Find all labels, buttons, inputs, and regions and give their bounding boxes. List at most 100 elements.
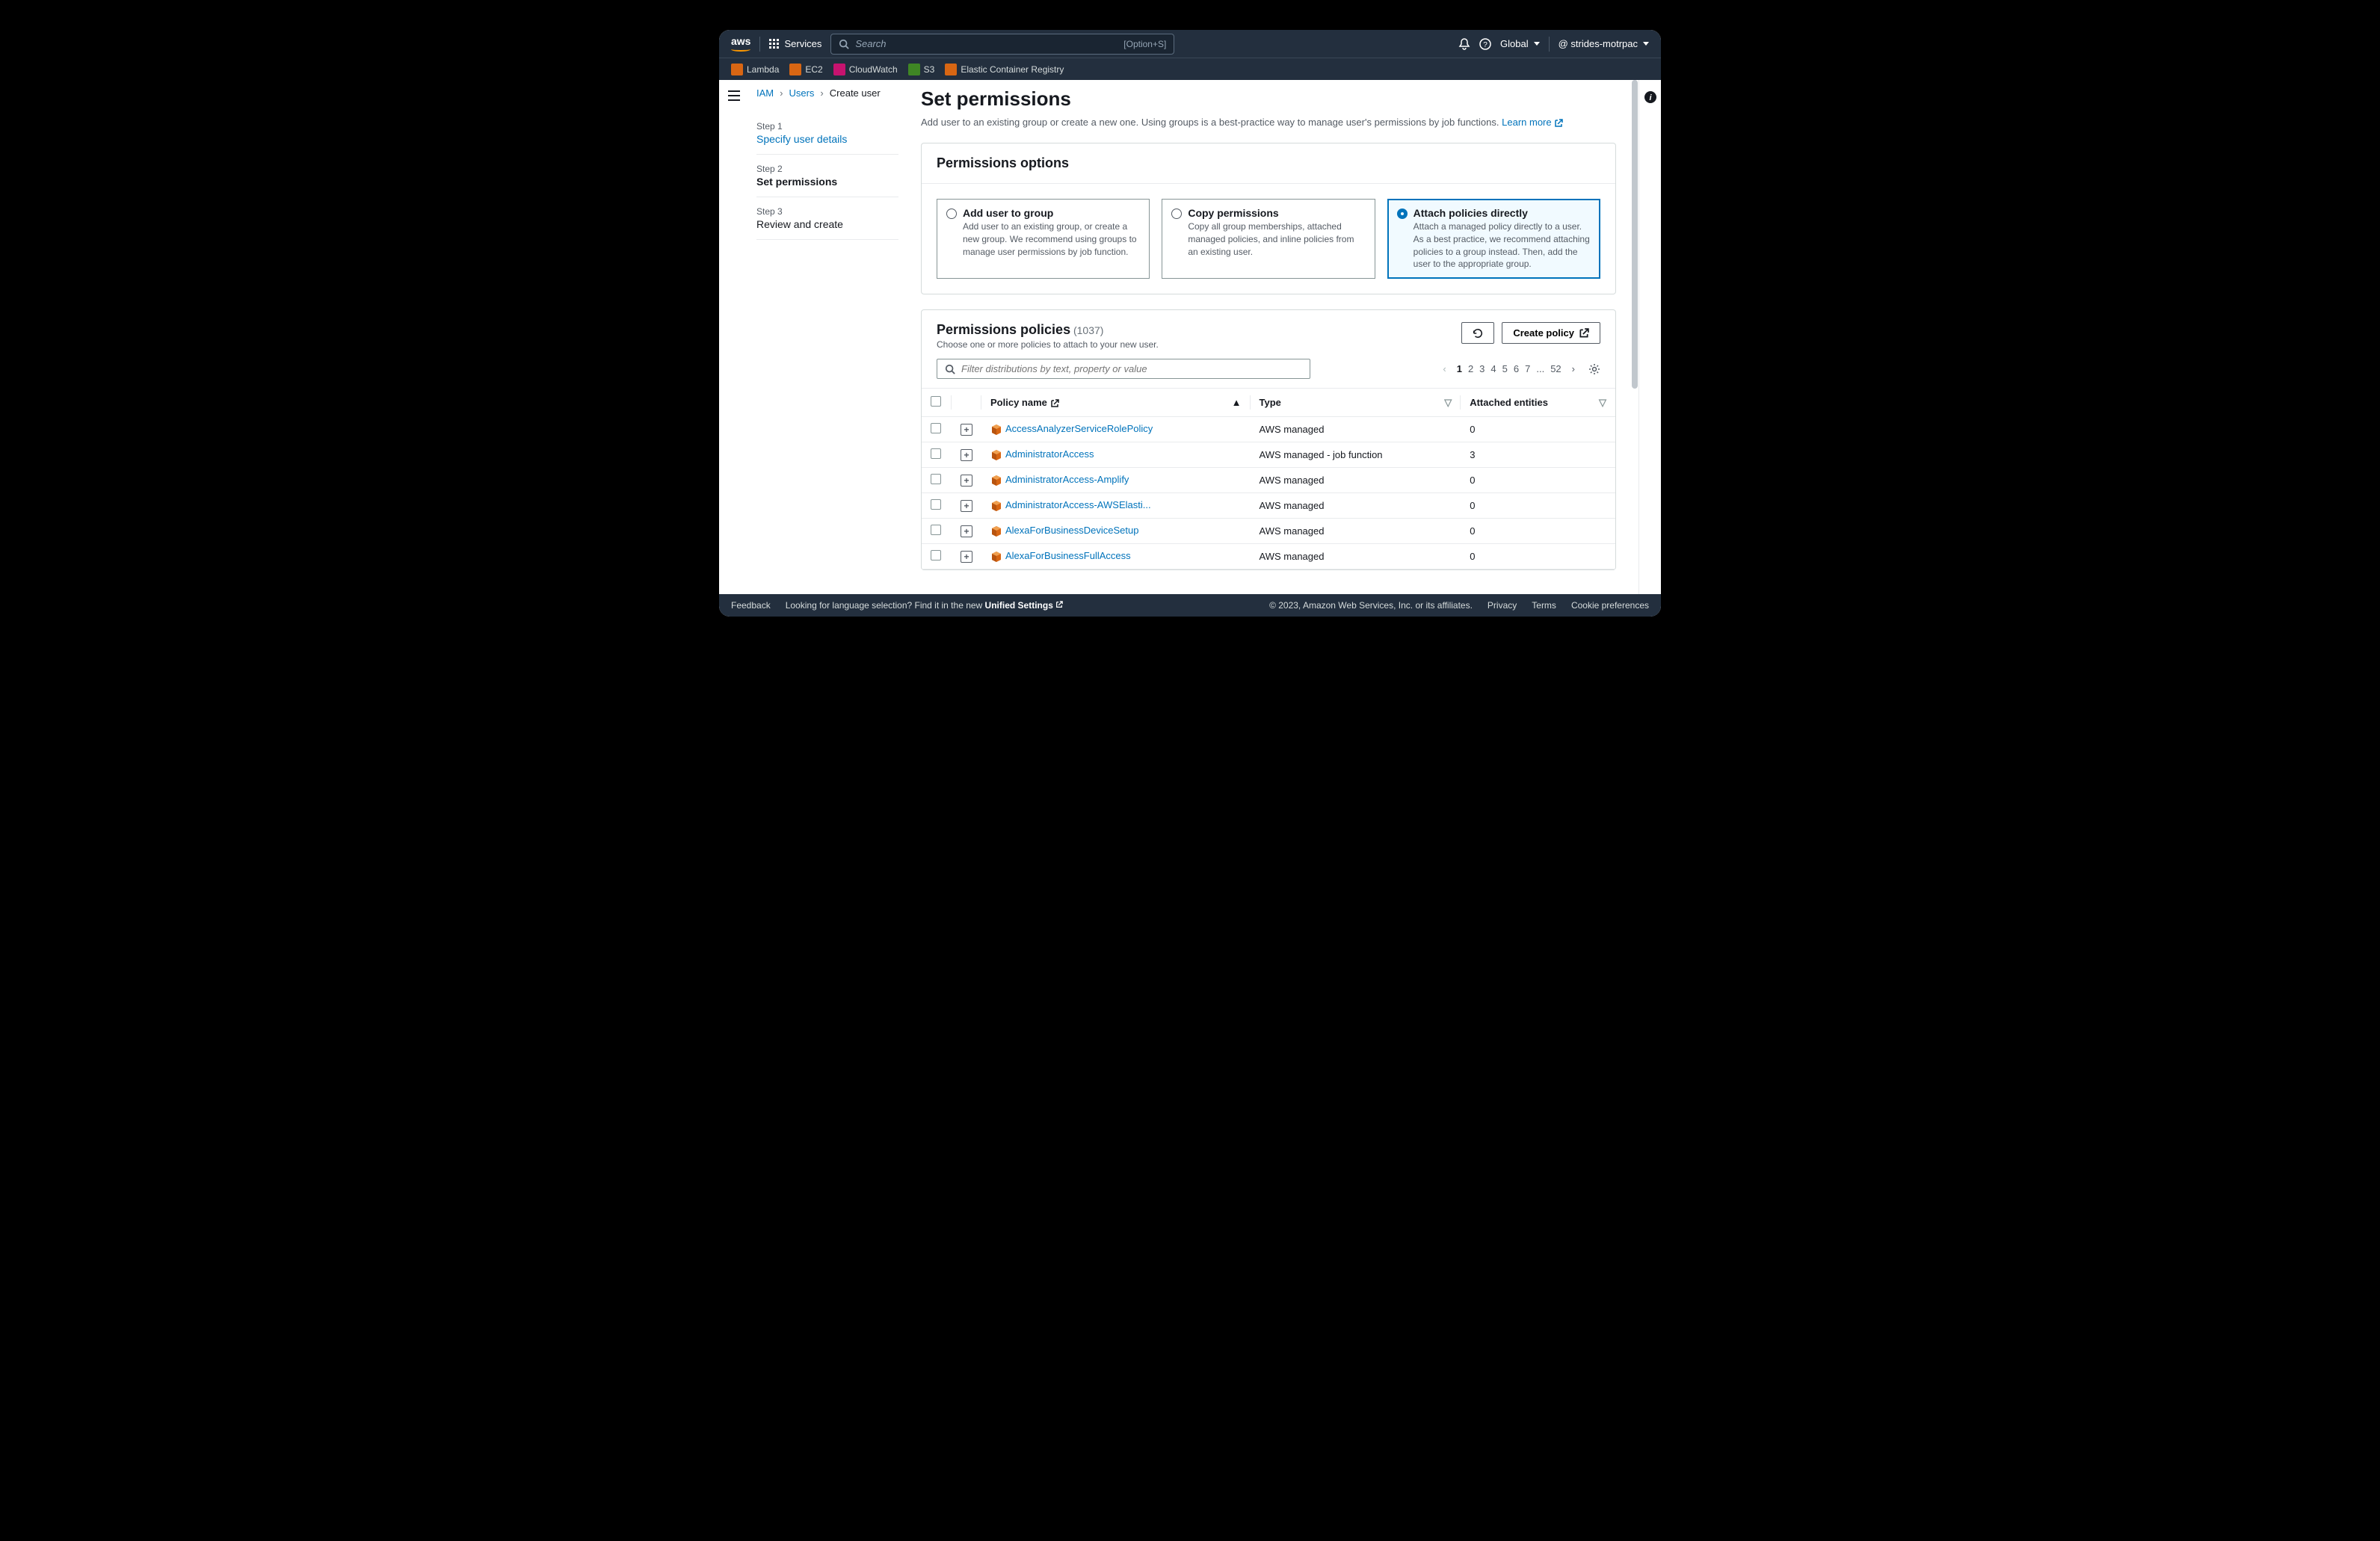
policy-name-link[interactable]: AdministratorAccess-Amplify xyxy=(1005,474,1129,485)
expand-button[interactable]: + xyxy=(961,449,972,461)
unified-settings-link[interactable]: Unified Settings xyxy=(985,600,1064,611)
permission-option[interactable]: Copy permissionsCopy all group membershi… xyxy=(1162,199,1375,279)
notifications-button[interactable] xyxy=(1458,38,1470,50)
search-icon xyxy=(839,39,849,49)
policy-row: + AdministratorAccess-AWSElasti... AWS m… xyxy=(922,493,1615,519)
policy-type: AWS managed xyxy=(1251,544,1461,569)
breadcrumb-users[interactable]: Users xyxy=(789,87,814,99)
service-shortcut[interactable]: EC2 xyxy=(789,64,822,75)
scrollbar[interactable] xyxy=(1632,80,1638,594)
chevron-right-icon: › xyxy=(820,87,823,99)
service-shortcut[interactable]: CloudWatch xyxy=(833,64,898,75)
sort-icon[interactable]: ▽ xyxy=(1444,397,1452,409)
permission-option[interactable]: Add user to groupAdd user to an existing… xyxy=(937,199,1150,279)
policy-row: + AdministratorAccess AWS managed - job … xyxy=(922,442,1615,468)
cookie-prefs-link[interactable]: Cookie preferences xyxy=(1571,600,1649,611)
search-input[interactable] xyxy=(855,38,1117,49)
expand-button[interactable]: + xyxy=(961,551,972,563)
option-description: Attach a managed policy directly to a us… xyxy=(1413,220,1591,271)
learn-more-link[interactable]: Learn more xyxy=(1502,117,1563,128)
page-number[interactable]: 6 xyxy=(1511,362,1522,376)
wizard-sidebar: IAM › Users › Create user Step 1Specify … xyxy=(756,87,898,587)
info-icon[interactable]: i xyxy=(1644,90,1657,104)
expand-button[interactable]: + xyxy=(961,525,972,537)
step-number: Step 1 xyxy=(756,121,898,132)
sort-icon[interactable]: ▽ xyxy=(1599,397,1606,409)
policies-table: Policy name ▲ Type ▽ Attached entities ▽ +… xyxy=(922,388,1615,569)
page-number[interactable]: 1 xyxy=(1454,362,1465,376)
wizard-step[interactable]: Step 1Specify user details xyxy=(756,112,898,155)
page-number[interactable]: 3 xyxy=(1476,362,1488,376)
policy-name-link[interactable]: AdministratorAccess xyxy=(1005,448,1094,460)
aws-logo[interactable]: aws xyxy=(731,36,750,52)
breadcrumb-current: Create user xyxy=(830,87,881,99)
policy-name-link[interactable]: AdministratorAccess-AWSElasti... xyxy=(1005,499,1151,510)
expand-button[interactable]: + xyxy=(961,500,972,512)
external-link-icon xyxy=(1050,399,1059,408)
policy-type: AWS managed xyxy=(1251,519,1461,544)
services-menu[interactable]: Services xyxy=(769,38,821,49)
step-title: Specify user details xyxy=(756,133,898,145)
settings-icon[interactable] xyxy=(1588,363,1600,375)
create-policy-button[interactable]: Create policy xyxy=(1502,322,1600,344)
policy-type: AWS managed xyxy=(1251,417,1461,442)
radio-icon xyxy=(1397,209,1408,219)
policy-type: AWS managed xyxy=(1251,493,1461,519)
option-title: Copy permissions xyxy=(1188,207,1365,219)
privacy-link[interactable]: Privacy xyxy=(1488,600,1517,611)
page-number[interactable]: 2 xyxy=(1465,362,1476,376)
help-button[interactable]: ? xyxy=(1479,38,1491,50)
page-number[interactable]: 7 xyxy=(1522,362,1533,376)
language-hint: Looking for language selection? Find it … xyxy=(786,600,1064,611)
service-icon xyxy=(731,64,743,75)
page-number[interactable]: 52 xyxy=(1547,362,1564,376)
row-checkbox[interactable] xyxy=(931,423,941,433)
service-shortcut[interactable]: Lambda xyxy=(731,64,779,75)
breadcrumb-iam[interactable]: IAM xyxy=(756,87,774,99)
col-policy-name[interactable]: Policy name xyxy=(990,397,1047,408)
wizard-step: Step 2Set permissions xyxy=(756,155,898,197)
sort-asc-icon[interactable]: ▲ xyxy=(1232,397,1242,408)
expand-button[interactable]: + xyxy=(961,475,972,487)
caret-down-icon xyxy=(1643,42,1649,46)
row-checkbox[interactable] xyxy=(931,525,941,535)
expand-button[interactable]: + xyxy=(961,424,972,436)
refresh-button[interactable] xyxy=(1461,322,1494,344)
col-type[interactable]: Type xyxy=(1260,397,1281,408)
page-number[interactable]: 4 xyxy=(1488,362,1499,376)
policy-row: + AlexaForBusinessDeviceSetup AWS manage… xyxy=(922,519,1615,544)
service-icon xyxy=(908,64,920,75)
account-menu[interactable]: @ strides-motrpac xyxy=(1559,38,1649,49)
permission-option[interactable]: Attach policies directlyAttach a managed… xyxy=(1387,199,1600,279)
policy-name-link[interactable]: AccessAnalyzerServiceRolePolicy xyxy=(1005,423,1153,434)
region-selector[interactable]: Global xyxy=(1500,38,1540,49)
policy-cube-icon xyxy=(990,449,1002,461)
page-prev[interactable]: ‹ xyxy=(1443,363,1446,374)
global-search[interactable]: [Option+S] xyxy=(830,34,1174,55)
policy-filter-input[interactable] xyxy=(961,363,1302,374)
row-checkbox[interactable] xyxy=(931,474,941,484)
policy-row: + AdministratorAccess-Amplify AWS manage… xyxy=(922,468,1615,493)
row-checkbox[interactable] xyxy=(931,499,941,510)
radio-icon xyxy=(1171,209,1182,219)
row-checkbox[interactable] xyxy=(931,448,941,459)
policies-subtitle: Choose one or more policies to attach to… xyxy=(937,339,1159,350)
page-number[interactable]: 5 xyxy=(1499,362,1511,376)
select-all-checkbox[interactable] xyxy=(931,396,941,407)
policy-entities: 0 xyxy=(1461,493,1615,519)
service-shortcut[interactable]: Elastic Container Registry xyxy=(945,64,1064,75)
row-checkbox[interactable] xyxy=(931,550,941,560)
refresh-icon xyxy=(1473,328,1483,339)
terms-link[interactable]: Terms xyxy=(1532,600,1556,611)
service-shortcut[interactable]: S3 xyxy=(908,64,935,75)
col-entities[interactable]: Attached entities xyxy=(1470,397,1548,408)
policy-name-link[interactable]: AlexaForBusinessFullAccess xyxy=(1005,550,1131,561)
page-next[interactable]: › xyxy=(1572,363,1575,374)
policy-cube-icon xyxy=(990,500,1002,512)
feedback-link[interactable]: Feedback xyxy=(731,600,771,611)
policy-filter[interactable] xyxy=(937,359,1310,379)
pagination: ‹ 1234567...52 › xyxy=(1443,363,1600,375)
bell-icon xyxy=(1458,38,1470,50)
hamburger-icon[interactable] xyxy=(728,90,740,101)
policy-name-link[interactable]: AlexaForBusinessDeviceSetup xyxy=(1005,525,1138,536)
